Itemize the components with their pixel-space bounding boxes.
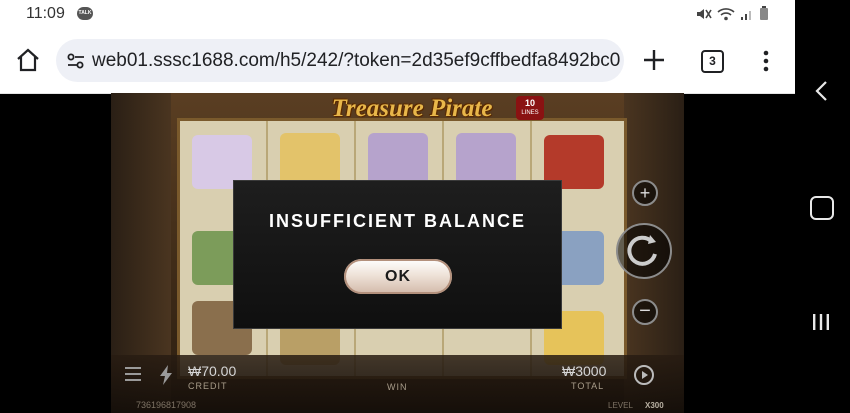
- dialog-message: INSUFFICIENT BALANCE: [269, 211, 526, 231]
- browser-toolbar: web01.sssc1688.com/h5/242/?token=2d35ef9…: [0, 30, 795, 94]
- lines-label: LINES: [521, 110, 539, 116]
- bet-plus-button[interactable]: +: [632, 180, 658, 206]
- back-icon[interactable]: [814, 80, 830, 102]
- ok-button[interactable]: OK: [344, 259, 452, 294]
- mute-icon: [696, 7, 712, 26]
- total-label: TOTAL: [571, 381, 605, 391]
- game-logo: Treasure Pirate: [331, 95, 493, 122]
- credit-amount: ₩70.00: [188, 363, 237, 379]
- symbol-gold: [280, 133, 340, 187]
- win-label: WIN: [387, 382, 408, 392]
- credit-label: CREDIT: [188, 381, 228, 391]
- game-bottom-bar: ₩70.00 CREDIT WIN ₩3000 TOTAL 7361968179…: [111, 355, 684, 413]
- turbo-icon[interactable]: [159, 365, 173, 385]
- signal-icon: [740, 7, 754, 26]
- level-value: X300: [645, 401, 664, 410]
- insufficient-balance-dialog: INSUFFICIENT BALANCE OK: [233, 180, 562, 329]
- lines-badge: 10 LINES: [516, 96, 544, 120]
- system-navigation-bar: [795, 0, 850, 413]
- system-icons: [696, 6, 769, 26]
- symbol-scroll: [456, 133, 516, 187]
- status-time: 11:09: [26, 5, 65, 22]
- hamburger-icon[interactable]: [125, 367, 141, 381]
- spin-button[interactable]: [616, 223, 672, 279]
- address-bar[interactable]: web01.sssc1688.com/h5/242/?token=2d35ef9…: [56, 39, 624, 82]
- symbol-scroll: [368, 133, 428, 187]
- site-settings-icon[interactable]: [66, 51, 86, 71]
- menu-dots-icon[interactable]: [758, 48, 774, 74]
- url-text[interactable]: web01.sssc1688.com/h5/242/?token=2d35ef9…: [92, 50, 620, 72]
- talk-notification-icon: TALK: [77, 7, 93, 20]
- tab-count-button[interactable]: 3: [701, 50, 724, 73]
- home-nav-icon[interactable]: [810, 196, 834, 220]
- phone-screen: 11:09 TALK web01.sssc1688.com/h5/242/?to…: [0, 0, 795, 413]
- autoplay-icon[interactable]: [633, 364, 655, 386]
- wifi-icon: [717, 7, 735, 26]
- bet-minus-button[interactable]: −: [632, 299, 658, 325]
- level-label: LEVEL: [608, 401, 633, 410]
- total-amount: ₩3000: [562, 363, 607, 379]
- lines-count: 10: [524, 98, 535, 108]
- recents-icon[interactable]: [811, 312, 831, 332]
- home-icon[interactable]: [14, 46, 42, 74]
- plus-icon[interactable]: [641, 47, 667, 73]
- spin-icon: [627, 235, 657, 266]
- status-bar: 11:09 TALK: [0, 0, 795, 30]
- player-id: 736196817908: [136, 400, 197, 410]
- battery-icon: [759, 6, 769, 26]
